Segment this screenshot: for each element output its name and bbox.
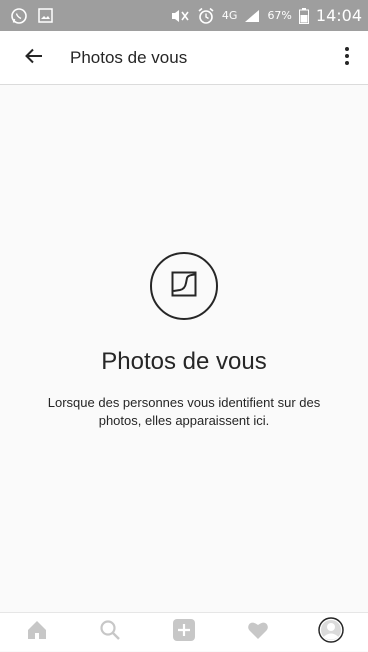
nav-home[interactable] bbox=[17, 613, 57, 652]
battery-percent: 67% bbox=[267, 9, 292, 22]
nav-activity[interactable] bbox=[238, 613, 278, 652]
status-bar: 4G 67% 14:04 bbox=[0, 0, 368, 31]
header: Photos de vous bbox=[0, 31, 368, 85]
tagged-photo-icon bbox=[170, 270, 198, 302]
empty-state: Photos de vous Lorsque des personnes vou… bbox=[0, 252, 368, 430]
home-icon bbox=[26, 619, 48, 645]
search-icon bbox=[99, 619, 121, 645]
empty-state-icon-circle bbox=[150, 252, 218, 320]
page-title: Photos de vous bbox=[70, 47, 188, 67]
bottom-nav bbox=[0, 612, 368, 651]
more-options-button[interactable] bbox=[332, 31, 362, 85]
alarm-icon bbox=[197, 7, 215, 25]
network-label: 4G bbox=[221, 9, 238, 22]
profile-icon bbox=[318, 617, 344, 647]
empty-state-description: Lorsque des personnes vous identifient s… bbox=[47, 395, 321, 428]
signal-icon bbox=[244, 9, 260, 23]
add-icon bbox=[172, 618, 196, 646]
nav-profile[interactable] bbox=[311, 613, 351, 652]
image-icon bbox=[38, 8, 53, 23]
empty-state-title: Photos de vous bbox=[101, 348, 267, 375]
nav-search[interactable] bbox=[90, 613, 130, 652]
clock: 14:04 bbox=[315, 6, 362, 25]
more-vertical-icon bbox=[344, 46, 350, 70]
nav-add[interactable] bbox=[164, 613, 204, 652]
battery-icon bbox=[298, 7, 309, 24]
back-button[interactable] bbox=[12, 31, 56, 85]
mute-icon bbox=[170, 8, 190, 24]
arrow-left-icon bbox=[24, 46, 44, 70]
whatsapp-icon bbox=[10, 7, 28, 25]
heart-icon bbox=[247, 620, 269, 644]
